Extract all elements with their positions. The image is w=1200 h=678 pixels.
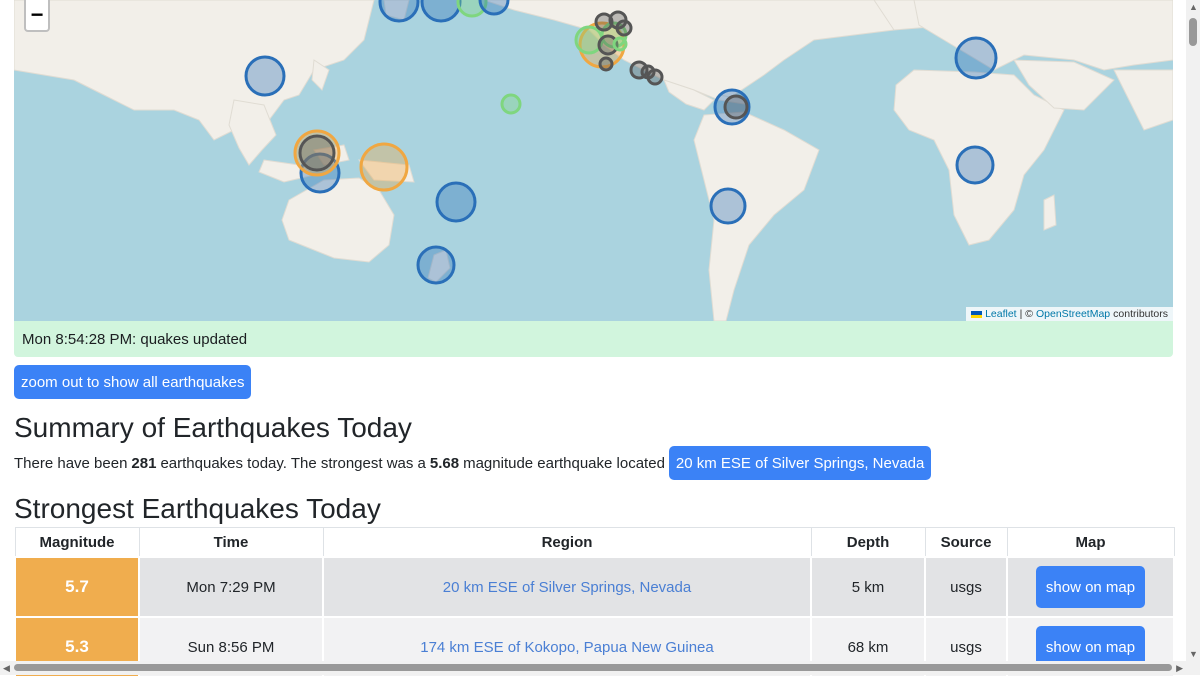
column-header[interactable]: Time <box>138 527 324 558</box>
column-header[interactable]: Source <box>924 527 1008 558</box>
status-text: Mon 8:54:28 PM: quakes updated <box>22 330 248 348</box>
scroll-left-icon[interactable]: ◀ <box>3 663 10 674</box>
show-on-map-button[interactable]: show on map <box>1035 566 1146 608</box>
attribution-suffix: contributors <box>1113 308 1168 320</box>
scroll-up-icon[interactable]: ▲ <box>1189 2 1198 12</box>
zoom-out-all-button[interactable]: zoom out to show all earthquakes <box>14 365 252 399</box>
source-cell: usgs <box>924 556 1008 618</box>
summary-text-part: magnitude earthquake located <box>463 454 665 472</box>
scroll-down-icon[interactable]: ▼ <box>1189 649 1198 659</box>
column-header[interactable]: Map <box>1006 527 1175 558</box>
map-attribution: Leaflet | © OpenStreetMap contributors <box>966 307 1173 321</box>
table-header-row: Magnitude Time Region Depth Source Map <box>14 527 1175 558</box>
column-header[interactable]: Magnitude <box>14 527 140 558</box>
region-cell: 20 km ESE of Silver Springs, Nevada <box>322 556 812 618</box>
magnitude-cell: 5.7 <box>14 556 140 618</box>
ukraine-flag-icon <box>971 310 983 318</box>
table-row: 5.7 Mon 7:29 PM 20 km ESE of Silver Spri… <box>14 556 1175 618</box>
quake-count: 281 <box>131 454 157 472</box>
strongest-heading: Strongest Earthquakes Today <box>14 493 381 524</box>
summary-text-part: earthquakes today. The strongest was a <box>160 454 426 472</box>
horizontal-scroll-thumb[interactable] <box>14 664 1172 671</box>
depth-cell: 5 km <box>810 556 926 618</box>
time-cell: Mon 7:29 PM <box>138 556 324 618</box>
map-cell: show on map <box>1006 556 1175 618</box>
map-tiles <box>14 0 1173 321</box>
earthquake-map[interactable]: − Leaflet | © OpenStreetMap contributors <box>14 0 1173 321</box>
openstreetmap-link[interactable]: OpenStreetMap <box>1036 308 1110 320</box>
strongest-location-button[interactable]: 20 km ESE of Silver Springs, Nevada <box>668 446 932 480</box>
zoom-out-icon-button[interactable]: − <box>24 0 50 32</box>
region-link[interactable]: 20 km ESE of Silver Springs, Nevada <box>443 579 691 596</box>
column-header[interactable]: Region <box>322 527 812 558</box>
summary-heading: Summary of Earthquakes Today <box>14 412 412 443</box>
strongest-table: Magnitude Time Region Depth Source Map 5… <box>14 527 1175 678</box>
vertical-scrollbar[interactable]: ▲ ▼ <box>1186 0 1200 675</box>
leaflet-link[interactable]: Leaflet <box>985 308 1017 320</box>
summary-text: There have been 281 earthquakes today. T… <box>14 446 932 480</box>
column-header[interactable]: Depth <box>810 527 926 558</box>
horizontal-scrollbar[interactable]: ◀ ▶ <box>0 661 1186 675</box>
scroll-right-icon[interactable]: ▶ <box>1176 663 1183 674</box>
status-banner: Mon 8:54:28 PM: quakes updated <box>14 321 1173 357</box>
strongest-magnitude: 5.68 <box>429 454 460 472</box>
summary-text-part: There have been <box>14 454 128 472</box>
attribution-separator: | © <box>1019 308 1033 320</box>
region-link[interactable]: 174 km ESE of Kokopo, Papua New Guinea <box>420 639 714 656</box>
vertical-scroll-thumb[interactable] <box>1189 18 1197 46</box>
